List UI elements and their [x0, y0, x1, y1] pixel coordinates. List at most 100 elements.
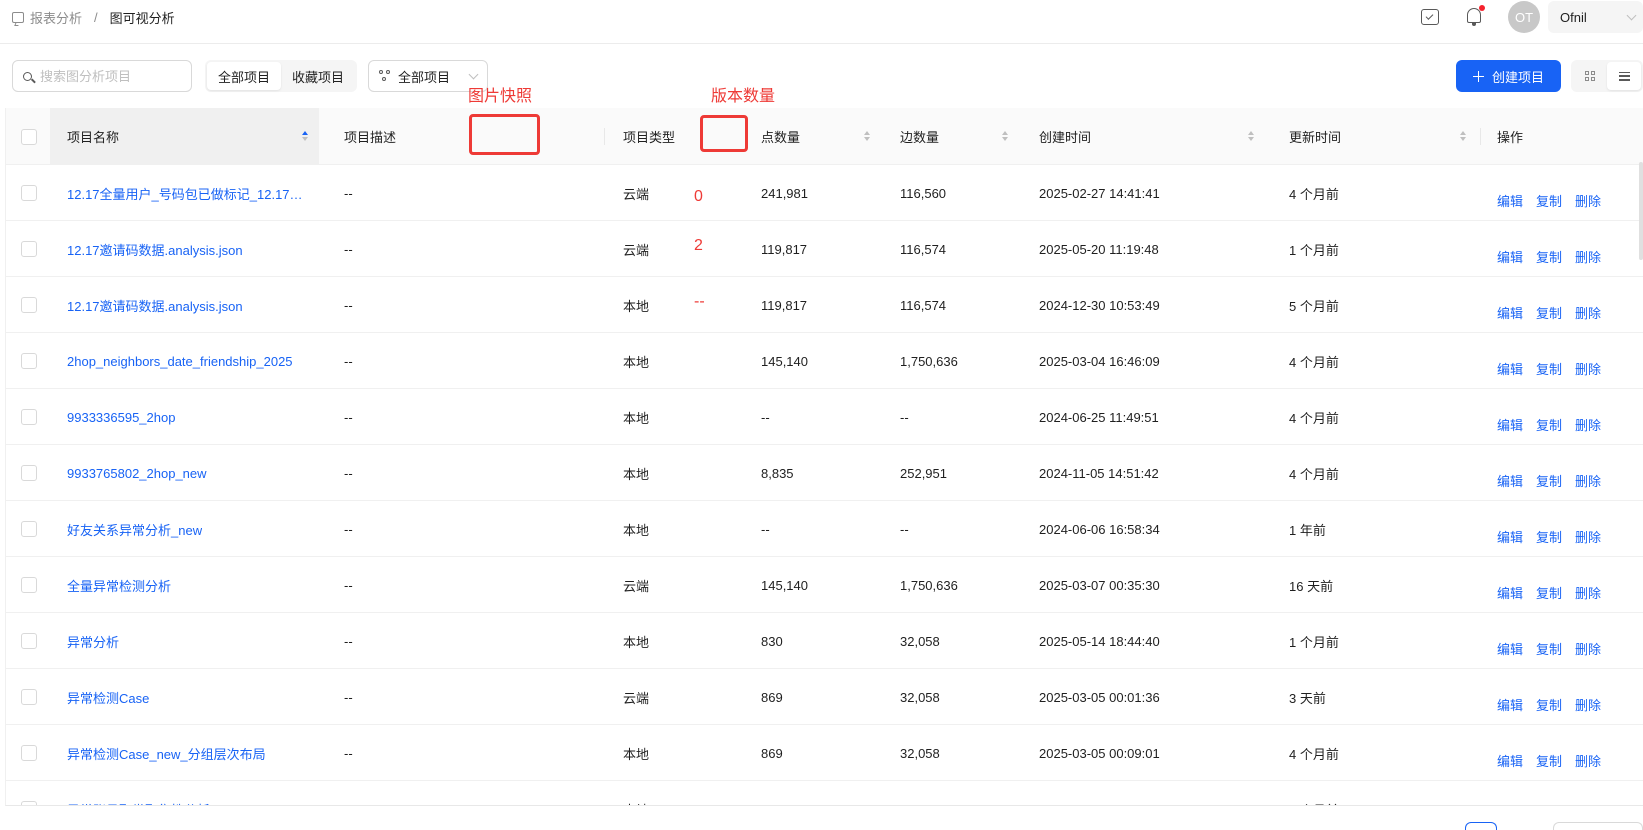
grid-view-button[interactable] — [1573, 62, 1607, 90]
delete-button[interactable]: 删除 — [1575, 751, 1601, 770]
copy-button[interactable]: 复制 — [1536, 471, 1562, 490]
view-toggle — [1571, 60, 1643, 92]
copy-button[interactable]: 复制 — [1536, 751, 1562, 770]
project-desc: -- — [344, 465, 353, 481]
pagination-current-page[interactable] — [1465, 822, 1497, 830]
edit-button[interactable]: 编辑 — [1497, 415, 1523, 434]
copy-button[interactable]: 复制 — [1536, 583, 1562, 602]
tab-favorite-projects[interactable]: 收藏项目 — [281, 62, 355, 90]
row-checkbox[interactable] — [21, 745, 37, 761]
delete-button[interactable]: 删除 — [1575, 415, 1601, 434]
row-checkbox[interactable] — [21, 577, 37, 593]
project-name-link[interactable]: 全量异常检测分析 — [67, 557, 312, 613]
edit-button[interactable]: 编辑 — [1497, 639, 1523, 658]
project-scope-tabs: 全部项目 收藏项目 — [205, 60, 358, 92]
row-checkbox[interactable] — [21, 801, 37, 805]
project-name-link[interactable]: 好友关系异常分析_new — [67, 501, 312, 557]
delete-button[interactable]: 删除 — [1575, 191, 1601, 210]
user-select[interactable]: Ofnil — [1548, 1, 1643, 33]
edit-button[interactable]: 编辑 — [1497, 695, 1523, 714]
project-name-link[interactable]: 2hop_neighbors_date_friendship_2025 — [67, 333, 312, 389]
project-name-link[interactable]: 9933765802_2hop_new — [67, 445, 312, 501]
row-checkbox[interactable] — [21, 353, 37, 369]
project-name-link[interactable]: 12.17邀请码数据.analysis.json — [67, 277, 312, 333]
delete-button[interactable]: 删除 — [1575, 247, 1601, 266]
project-name-link[interactable]: 12.17全量用户_号码包已做标记_12.17邀请码数据.analysis.js… — [67, 165, 312, 221]
list-view-button[interactable] — [1607, 62, 1641, 90]
row-checkbox[interactable] — [21, 633, 37, 649]
copy-button[interactable]: 复制 — [1536, 247, 1562, 266]
row-checkbox[interactable] — [21, 689, 37, 705]
create-project-button[interactable]: 创建项目 — [1456, 60, 1561, 92]
row-checkbox[interactable] — [21, 521, 37, 537]
project-name: 2hop_neighbors_date_friendship_2025 — [67, 353, 293, 369]
feedback-button[interactable] — [1420, 7, 1440, 27]
copy-button[interactable]: 复制 — [1536, 527, 1562, 546]
project-type: 本地 — [623, 781, 683, 806]
column-label: 更新时间 — [1289, 130, 1342, 145]
breadcrumb-parent[interactable]: 报表分析 — [30, 8, 82, 27]
row-checkbox[interactable] — [21, 465, 37, 481]
edit-button[interactable]: 编辑 — [1497, 359, 1523, 378]
copy-button[interactable]: 复制 — [1536, 415, 1562, 434]
edge-count: 252,951 — [900, 781, 1020, 806]
delete-button[interactable]: 删除 — [1575, 527, 1601, 546]
project-desc: -- — [344, 353, 353, 369]
created-time: 2024-06-06 16:58:34 — [1039, 521, 1160, 537]
delete-button[interactable]: 删除 — [1575, 303, 1601, 322]
breadcrumb-separator: / — [94, 10, 98, 25]
avatar[interactable]: OT — [1508, 1, 1540, 33]
copy-button[interactable]: 复制 — [1536, 639, 1562, 658]
edit-button[interactable]: 编辑 — [1497, 191, 1523, 210]
notification-button[interactable] — [1464, 5, 1485, 27]
column-label: 创建时间 — [1039, 130, 1092, 145]
delete-button[interactable]: 删除 — [1575, 359, 1601, 378]
column-header-edges[interactable]: 边数量 — [900, 108, 1020, 165]
project-name-link[interactable]: 9933336595_2hop — [67, 389, 312, 445]
column-header-name[interactable]: 项目名称 — [50, 108, 319, 165]
graph-icon — [379, 69, 392, 83]
column-header-updated[interactable]: 更新时间 — [1289, 108, 1479, 165]
edit-button[interactable]: 编辑 — [1497, 751, 1523, 770]
edit-button[interactable]: 编辑 — [1497, 527, 1523, 546]
row-checkbox[interactable] — [21, 297, 37, 313]
row-checkbox[interactable] — [21, 185, 37, 201]
project-desc: -- — [344, 633, 353, 649]
header-actions: OT Ofnil — [1420, 0, 1643, 34]
sort-icon — [864, 131, 871, 142]
tab-all-projects[interactable]: 全部项目 — [207, 62, 282, 90]
delete-button[interactable]: 删除 — [1575, 695, 1601, 714]
table-row: 9933765802_2hop_new -- 本地 8,835 252,951 2024-… — [6, 445, 1643, 501]
sort-icon — [1460, 131, 1467, 142]
select-all-checkbox[interactable] — [21, 129, 37, 145]
delete-button[interactable]: 删除 — [1575, 583, 1601, 602]
edit-button[interactable]: 编辑 — [1497, 471, 1523, 490]
created-time: 2025-05-14 18:44:40 — [1039, 633, 1160, 649]
delete-button[interactable]: 删除 — [1575, 639, 1601, 658]
copy-button[interactable]: 复制 — [1536, 303, 1562, 322]
search-input[interactable] — [40, 68, 180, 84]
node-count: 145,140 — [761, 353, 808, 369]
column-header-created[interactable]: 创建时间 — [1039, 108, 1259, 165]
scrollbar-thumb[interactable] — [1639, 162, 1643, 260]
edit-button[interactable]: 编辑 — [1497, 583, 1523, 602]
column-header-nodes[interactable]: 点数量 — [761, 108, 881, 165]
edit-button[interactable]: 编辑 — [1497, 303, 1523, 322]
delete-button[interactable]: 删除 — [1575, 471, 1601, 490]
page-size-select[interactable] — [1553, 822, 1643, 830]
project-name-link[interactable]: 异常账号聚类聚集性分析 — [67, 781, 312, 806]
project-name-link[interactable]: 12.17邀请码数据.analysis.json — [67, 221, 312, 277]
copy-button[interactable]: 复制 — [1536, 695, 1562, 714]
edit-button[interactable]: 编辑 — [1497, 247, 1523, 266]
copy-button[interactable]: 复制 — [1536, 359, 1562, 378]
created-time: 2025-03-04 16:46:09 — [1039, 353, 1160, 369]
project-name-link[interactable]: 异常检测Case_new_分组层次布局 — [67, 725, 312, 781]
project-name-link[interactable]: 异常检测Case — [67, 669, 312, 725]
project-name: 9933765802_2hop_new — [67, 465, 207, 481]
copy-button[interactable]: 复制 — [1536, 191, 1562, 210]
search-box[interactable] — [12, 60, 192, 92]
row-checkbox[interactable] — [21, 409, 37, 425]
row-checkbox[interactable] — [21, 241, 37, 257]
project-name: 异常检测Case_new_分组层次布局 — [67, 746, 266, 762]
project-name-link[interactable]: 异常分析 — [67, 613, 312, 669]
